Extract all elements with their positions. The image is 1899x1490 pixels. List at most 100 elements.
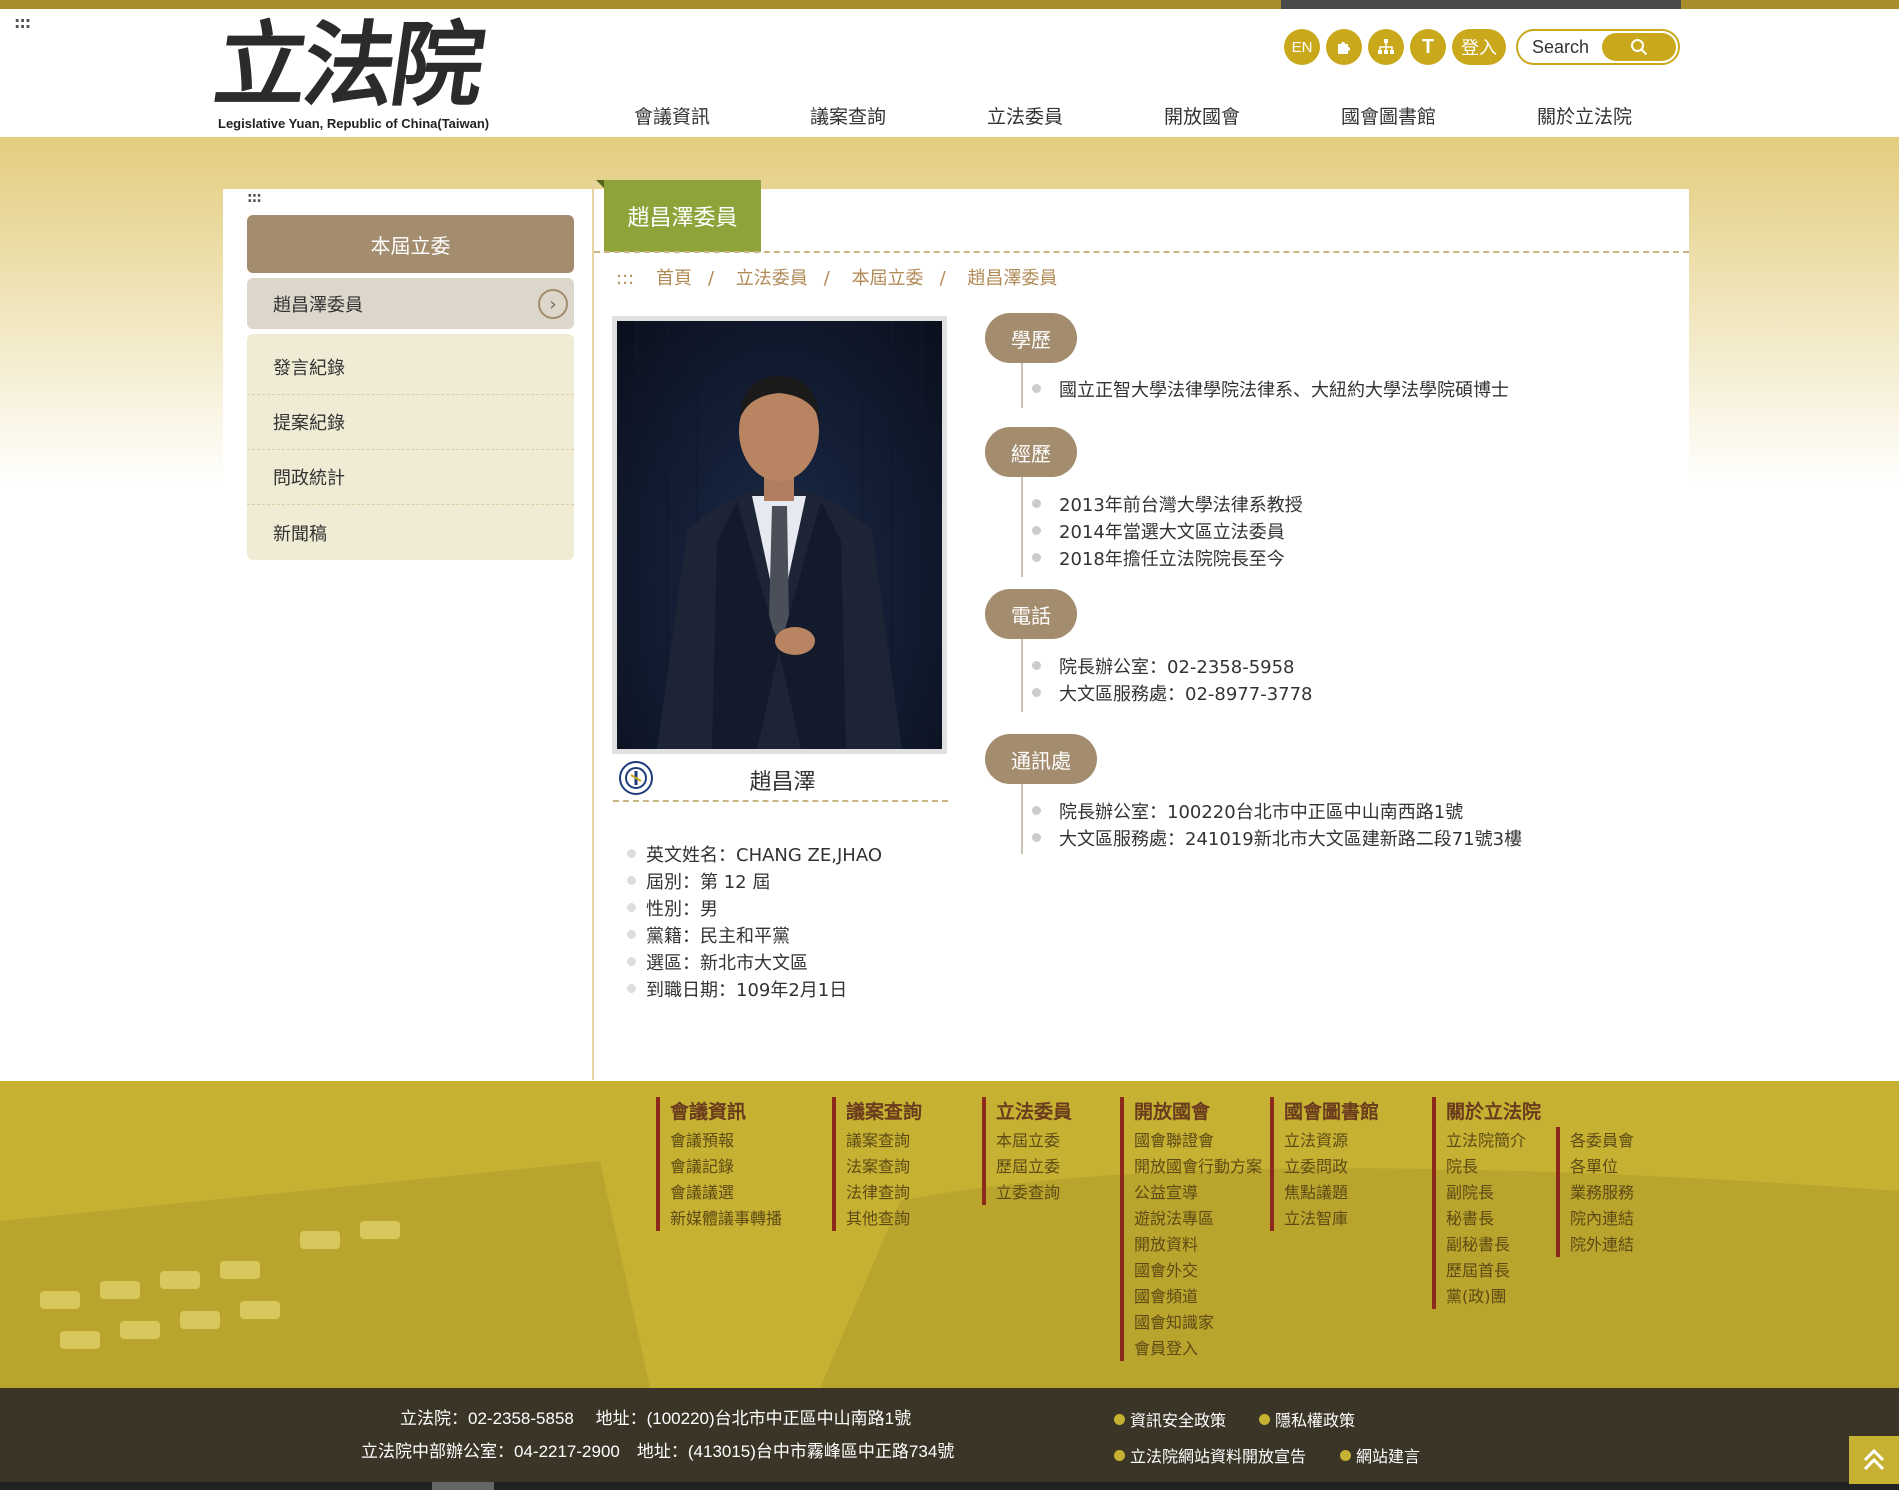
nav-meeting-info[interactable]: 會議資訊: [634, 102, 710, 129]
footer-link[interactable]: 業務服務: [1570, 1179, 1634, 1205]
nav-library[interactable]: 國會圖書館: [1341, 102, 1436, 129]
footer-link[interactable]: 國會知識家: [1134, 1309, 1262, 1335]
footer-link[interactable]: 黨(政)團: [1446, 1283, 1541, 1309]
breadcrumb-skip[interactable]: :::: [616, 268, 634, 289]
page-title-tab: 趙昌澤委員: [604, 180, 761, 252]
sidebar-current-item[interactable]: 趙昌澤委員 ›: [247, 278, 574, 329]
footer-link[interactable]: 立委查詢: [996, 1179, 1072, 1205]
footer-col-title[interactable]: 議案查詢: [846, 1097, 922, 1127]
search-button[interactable]: [1602, 33, 1676, 61]
site-header: ::: 立法院 Legislative Yuan, Republic of Ch…: [0, 9, 1899, 137]
footer-col-title[interactable]: 國會圖書館: [1284, 1097, 1379, 1127]
footer-col-title[interactable]: 會議資訊: [670, 1097, 782, 1127]
footer-col-title[interactable]: 立法委員: [996, 1097, 1072, 1127]
footer-link[interactable]: 歷屆首長: [1446, 1257, 1541, 1283]
footer-col-about-extra: 各委員會 各單位 業務服務 院內連結 院外連結: [1556, 1127, 1634, 1257]
sidebar-current-label: 趙昌澤委員: [273, 294, 363, 316]
footer-col-title[interactable]: 關於立法院: [1446, 1097, 1541, 1127]
breadcrumb-home[interactable]: 首頁: [656, 268, 692, 289]
footer-link[interactable]: 法律查詢: [846, 1179, 922, 1205]
chevron-right-icon[interactable]: ›: [538, 289, 568, 319]
footer-link[interactable]: 其他查詢: [846, 1205, 922, 1231]
footer-link[interactable]: 立法資源: [1284, 1127, 1379, 1153]
footer-link[interactable]: 開放資料: [1134, 1231, 1262, 1257]
link-security-policy[interactable]: 資訊安全政策: [1114, 1407, 1226, 1431]
section-item: 2014年當選大文區立法委員: [1032, 517, 1303, 544]
sidebar-item-stats[interactable]: 問政統計: [247, 450, 574, 505]
section-line: [1021, 784, 1023, 854]
footer-sitemap: 會議資訊 會議預報 會議記錄 會議議選 新媒體議事轉播 議案查詢 議案查詢 法案…: [0, 1081, 1899, 1388]
nav-open-parliament[interactable]: 開放國會: [1164, 102, 1240, 129]
footer-link[interactable]: 國會頻道: [1134, 1283, 1262, 1309]
footer-link[interactable]: 會議議選: [670, 1179, 782, 1205]
bottom-strip: [0, 1482, 1899, 1490]
footer-link[interactable]: 焦點議題: [1284, 1179, 1379, 1205]
sidebar-item-proposals[interactable]: 提案紀錄: [247, 395, 574, 450]
footer-address-central: 立法院中部辦公室：04-2217-2900 地址：(413015)台中市霧峰區中…: [361, 1442, 955, 1461]
footer-link[interactable]: 遊說法專區: [1134, 1205, 1262, 1231]
footer-link[interactable]: 國會聯證會: [1134, 1127, 1262, 1153]
section-item: 國立正智大學法律學院法律系、大紐約大學法學院碩博士: [1032, 375, 1509, 402]
footer-link[interactable]: 開放國會行動方案: [1134, 1153, 1262, 1179]
sidebar-title[interactable]: 本屆立委: [247, 215, 574, 273]
footer-col-about: 關於立法院 立法院簡介 院長 副院長 秘書長 副秘書長 歷屆首長 黨(政)團: [1432, 1097, 1541, 1309]
footer-link[interactable]: 歷屆立委: [996, 1153, 1072, 1179]
footer-address-main: 立法院：02-2358-5858 地址：(100220)台北市中正區中山南路1號: [400, 1409, 912, 1428]
footer-link[interactable]: 立法智庫: [1284, 1205, 1379, 1231]
breadcrumb-current-term[interactable]: 本屆立委: [852, 268, 924, 289]
footer-link[interactable]: 院長: [1446, 1153, 1541, 1179]
back-to-top-button[interactable]: [1849, 1436, 1899, 1484]
section-phone: 電話 院長辦公室：02-2358-5958 大文區服務處：02-8977-377…: [985, 589, 1313, 712]
footer-link[interactable]: 副秘書長: [1446, 1231, 1541, 1257]
footer-col-title[interactable]: 開放國會: [1134, 1097, 1262, 1127]
footer-link[interactable]: 會議預報: [670, 1127, 782, 1153]
login-button[interactable]: 登入: [1452, 29, 1506, 65]
section-line: [1021, 363, 1023, 408]
section-line: [1021, 639, 1023, 712]
nav-legislators[interactable]: 立法委員: [987, 102, 1063, 129]
nav-bill-query[interactable]: 議案查詢: [810, 102, 886, 129]
footer-link[interactable]: 各委員會: [1570, 1127, 1634, 1153]
info-term: 屆別：第 12 屆: [627, 867, 882, 894]
puzzle-icon[interactable]: [1326, 29, 1362, 65]
party-emblem-icon: [619, 761, 653, 795]
footer-link[interactable]: 立委問政: [1284, 1153, 1379, 1179]
footer-link[interactable]: 會員登入: [1134, 1335, 1262, 1361]
accesskey-left[interactable]: :::: [247, 190, 262, 206]
footer-col-open: 開放國會 國會聯證會 開放國會行動方案 公益宣導 遊說法專區 開放資料 國會外交…: [1120, 1097, 1262, 1361]
section-title: 學歷: [985, 313, 1077, 363]
breadcrumb-legislators[interactable]: 立法委員: [736, 268, 808, 289]
footer-link[interactable]: 公益宣導: [1134, 1179, 1262, 1205]
footer-link[interactable]: 議案查詢: [846, 1127, 922, 1153]
footer-link[interactable]: 各單位: [1570, 1153, 1634, 1179]
english-button[interactable]: EN: [1284, 29, 1320, 65]
footer-col-bills: 議案查詢 議案查詢 法案查詢 法律查詢 其他查詢: [832, 1097, 922, 1231]
footer-link[interactable]: 秘書長: [1446, 1205, 1541, 1231]
info-district: 選區：新北市大文區: [627, 948, 882, 975]
footer-link[interactable]: 副院長: [1446, 1179, 1541, 1205]
nav-about[interactable]: 關於立法院: [1537, 102, 1632, 129]
link-privacy-policy[interactable]: 隱私權政策: [1259, 1407, 1355, 1431]
info-party: 黨籍：民主和平黨: [627, 921, 882, 948]
footer-col-legislators: 立法委員 本屆立委 歷屆立委 立委查詢: [982, 1097, 1072, 1205]
sitemap-icon[interactable]: [1368, 29, 1404, 65]
accesskey-top[interactable]: :::: [14, 13, 31, 32]
link-open-data[interactable]: 立法院網站資料開放宣告: [1114, 1443, 1306, 1467]
breadcrumb-separator: /: [707, 268, 715, 289]
footer-link[interactable]: 立法院簡介: [1446, 1127, 1541, 1153]
footer-link[interactable]: 國會外交: [1134, 1257, 1262, 1283]
footer-link[interactable]: 法案查詢: [846, 1153, 922, 1179]
sidebar-item-news[interactable]: 新聞稿: [247, 505, 574, 560]
basic-info: 英文姓名：CHANG ZE,JHAO 屆別：第 12 屆 性別：男 黨籍：民主和…: [627, 840, 882, 1002]
section-line: [1021, 477, 1023, 577]
sidebar-item-speeches[interactable]: 發言紀錄: [247, 340, 574, 395]
font-size-button[interactable]: T: [1410, 29, 1446, 65]
info-english-name: 英文姓名：CHANG ZE,JHAO: [627, 840, 882, 867]
search-icon: [1631, 39, 1648, 56]
link-feedback[interactable]: 網站建言: [1340, 1443, 1420, 1467]
footer-link[interactable]: 本屆立委: [996, 1127, 1072, 1153]
footer-link[interactable]: 院內連結: [1570, 1205, 1634, 1231]
footer-link[interactable]: 院外連結: [1570, 1231, 1634, 1257]
footer-link[interactable]: 新媒體議事轉播: [670, 1205, 782, 1231]
footer-link[interactable]: 會議記錄: [670, 1153, 782, 1179]
